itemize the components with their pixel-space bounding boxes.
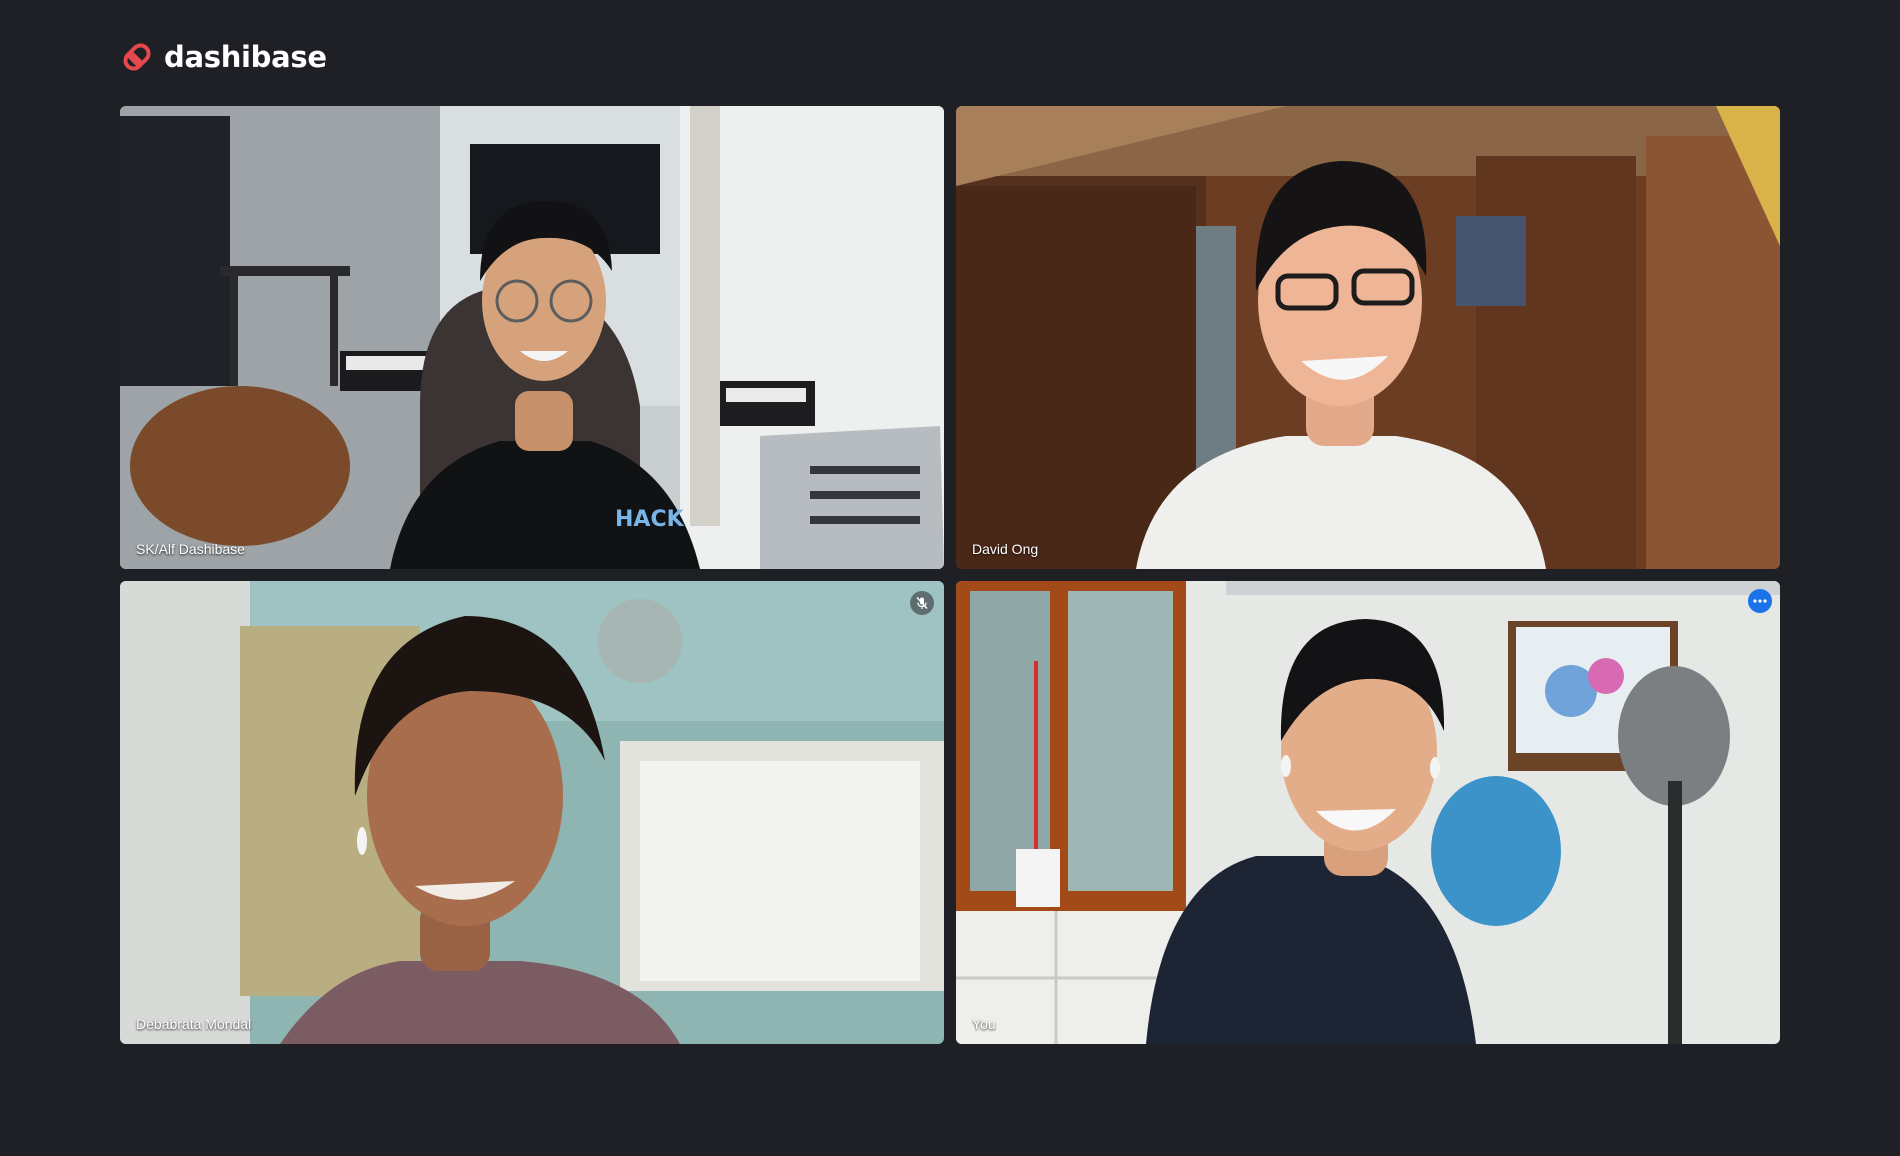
more-horizontal-icon <box>1753 599 1767 603</box>
video-grid: HACK SK/Alf Dashibase David Ong Debabrat… <box>120 106 1780 1044</box>
participant-video-feed <box>120 581 944 1044</box>
participant-video-feed <box>956 581 1780 1044</box>
participant-video-feed <box>956 106 1780 569</box>
participant-name: SK/Alf Dashibase <box>136 541 245 557</box>
participant-name: David Ong <box>972 541 1039 557</box>
participant-name: Debabrata Mondal <box>136 1016 252 1032</box>
video-tile-david-ong[interactable]: David Ong <box>956 106 1780 569</box>
app-logo: dashibase <box>120 38 327 76</box>
dashibase-logo-icon <box>123 43 151 71</box>
participant-name: You <box>972 1016 996 1032</box>
tile-options-button[interactable] <box>1748 589 1772 613</box>
app-name: dashibase <box>164 40 327 74</box>
video-tile-self[interactable]: You <box>956 581 1780 1044</box>
video-tile-debabrata-mondal[interactable]: Debabrata Mondal <box>120 581 944 1044</box>
meeting-app: dashibase HACK SK/Alf Dashibase David On… <box>0 0 1900 1156</box>
video-tile-sk-alf[interactable]: HACK SK/Alf Dashibase <box>120 106 944 569</box>
muted-indicator <box>910 591 934 615</box>
mic-off-icon <box>916 597 928 609</box>
participant-video-feed: HACK <box>120 106 944 569</box>
svg-text:HACK: HACK <box>615 507 685 532</box>
